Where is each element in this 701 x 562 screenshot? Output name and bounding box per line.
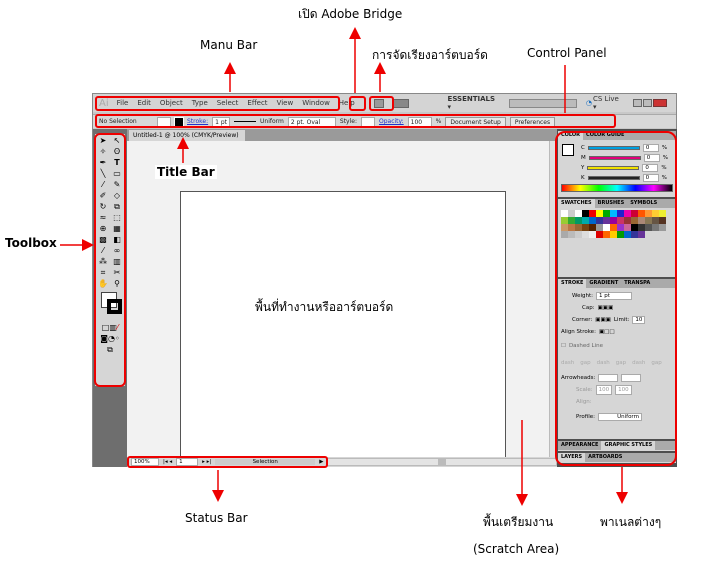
scratch-annotation-th: พื้นเตรียมงาน — [483, 515, 554, 529]
panels-annotation: พาเนลต่างๆ — [600, 515, 662, 529]
close-button[interactable] — [653, 99, 667, 107]
panel-dock: COLOR COLOR GUIDE C 0% M 0% Y 0% K 0% SWATCHES BR… — [555, 129, 677, 467]
illustrator-window: Ai File Edit Object Type Select Effect V… — [92, 93, 677, 468]
bridge-annotation: เปิด Adobe Bridge — [298, 7, 403, 21]
arrange-highlight — [369, 96, 394, 111]
arrange-annotation: การจัดเรียงอาร์ตบอร์ด — [372, 48, 488, 62]
minimize-button[interactable] — [633, 99, 643, 107]
control-panel-highlight — [95, 114, 616, 128]
toolbox-column: ➤ ↖ ✧ ʘ ✒ T ╲ ▭ ⁄ ✎ ✐ ◇ ↻ ⧉ ≈ ⬚ ⊕ ▦ ▩ ◧ ⁄ ∞ ⁂ ▥ ⌗ ✂ ✋… — [93, 129, 127, 467]
artboard[interactable]: พื้นที่ทำงานหรืออาร์ตบอร์ด — [180, 191, 506, 457]
search-input[interactable] — [509, 98, 577, 108]
toolbox-highlight — [94, 133, 126, 387]
panels-highlight — [555, 131, 677, 466]
scratch-annotation-en: (Scratch Area) — [473, 542, 560, 556]
horizontal-scrollbar[interactable] — [327, 458, 557, 466]
toolbox-annotation: Toolbox — [5, 236, 57, 250]
maximize-button[interactable] — [643, 99, 653, 107]
document-tab[interactable]: Untitled-1 @ 100% (CMYK/Preview) × — [129, 130, 245, 150]
artboard-annotation: พื้นที่ทำงานหรืออาร์ตบอร์ด — [255, 300, 394, 314]
bridge-highlight — [349, 96, 366, 111]
workspace-switcher[interactable]: ESSENTIALS ▾ — [448, 95, 501, 111]
scratch-area[interactable]: พื้นที่ทำงานหรืออาร์ตบอร์ด — [127, 141, 549, 457]
arrange-documents-button[interactable] — [392, 98, 409, 108]
status-bar-annotation: Status Bar — [185, 511, 248, 525]
document-tab-bar: Untitled-1 @ 100% (CMYK/Preview) × — [127, 129, 557, 150]
cs-live-menu[interactable]: CS Live ▾ — [593, 95, 624, 111]
menu-bar-highlight — [95, 96, 340, 111]
status-bar-highlight — [127, 456, 328, 468]
menu-bar-annotation: Manu Bar — [200, 38, 258, 52]
control-panel-annotation: Control Panel — [527, 46, 607, 60]
title-bar-annotation: Title Bar — [155, 165, 217, 179]
cs-live-icon: ◔ — [585, 99, 592, 107]
document-title: Untitled-1 @ 100% (CMYK/Preview) — [133, 132, 239, 139]
